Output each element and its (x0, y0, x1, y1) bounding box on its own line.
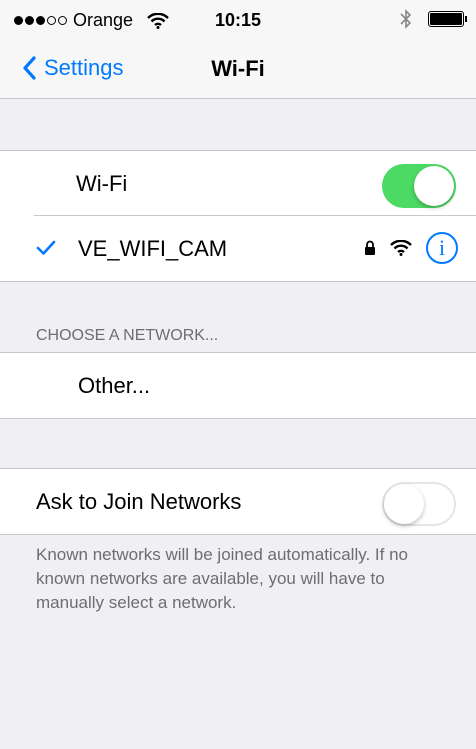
wifi-toggle[interactable] (382, 164, 456, 208)
battery-icon (428, 11, 467, 27)
wifi-label: Wi-Fi (76, 171, 128, 196)
choose-network-group: Other... (0, 352, 476, 419)
page-title: Wi-Fi (211, 56, 265, 81)
checkmark-icon (36, 240, 56, 255)
ask-join-footer: Known networks will be joined automatica… (36, 545, 408, 612)
ask-join-label: Ask to Join Networks (36, 489, 242, 514)
other-network-row[interactable]: Other... (0, 353, 476, 418)
network-icons: i (364, 232, 458, 264)
ask-join-row: Ask to Join Networks (0, 469, 476, 534)
lock-icon (365, 240, 375, 255)
network-name: VE_WIFI_CAM (78, 236, 228, 261)
network-row-connected[interactable]: VE_WIFI_CAM i (0, 216, 476, 281)
ask-join-toggle[interactable] (382, 482, 456, 526)
bluetooth-icon (400, 9, 412, 29)
wifi-toggle-row: Wi-Fi (0, 151, 476, 216)
ask-join-group: Ask to Join Networks (0, 468, 476, 535)
section-header-choose-network: CHOOSE A NETWORK... (36, 327, 219, 344)
other-network-label: Other... (78, 373, 151, 398)
info-icon[interactable]: i (426, 232, 458, 264)
status-bar: Orange 10:15 (0, 0, 476, 42)
navigation-bar: Settings Wi-Fi (0, 42, 476, 99)
wifi-icon (390, 240, 412, 256)
status-right (400, 9, 467, 29)
wifi-group: Wi-Fi VE_WIFI_CAM i (0, 150, 476, 282)
